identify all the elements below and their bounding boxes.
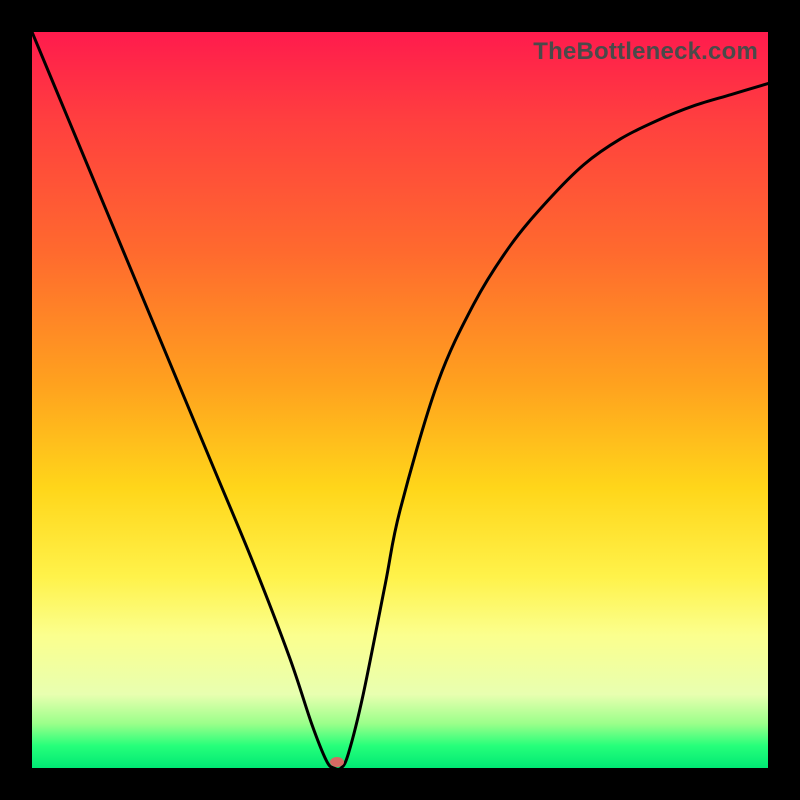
minimum-marker bbox=[330, 757, 344, 767]
chart-frame: TheBottleneck.com bbox=[0, 0, 800, 800]
bottleneck-curve bbox=[32, 32, 768, 768]
plot-area: TheBottleneck.com bbox=[32, 32, 768, 768]
